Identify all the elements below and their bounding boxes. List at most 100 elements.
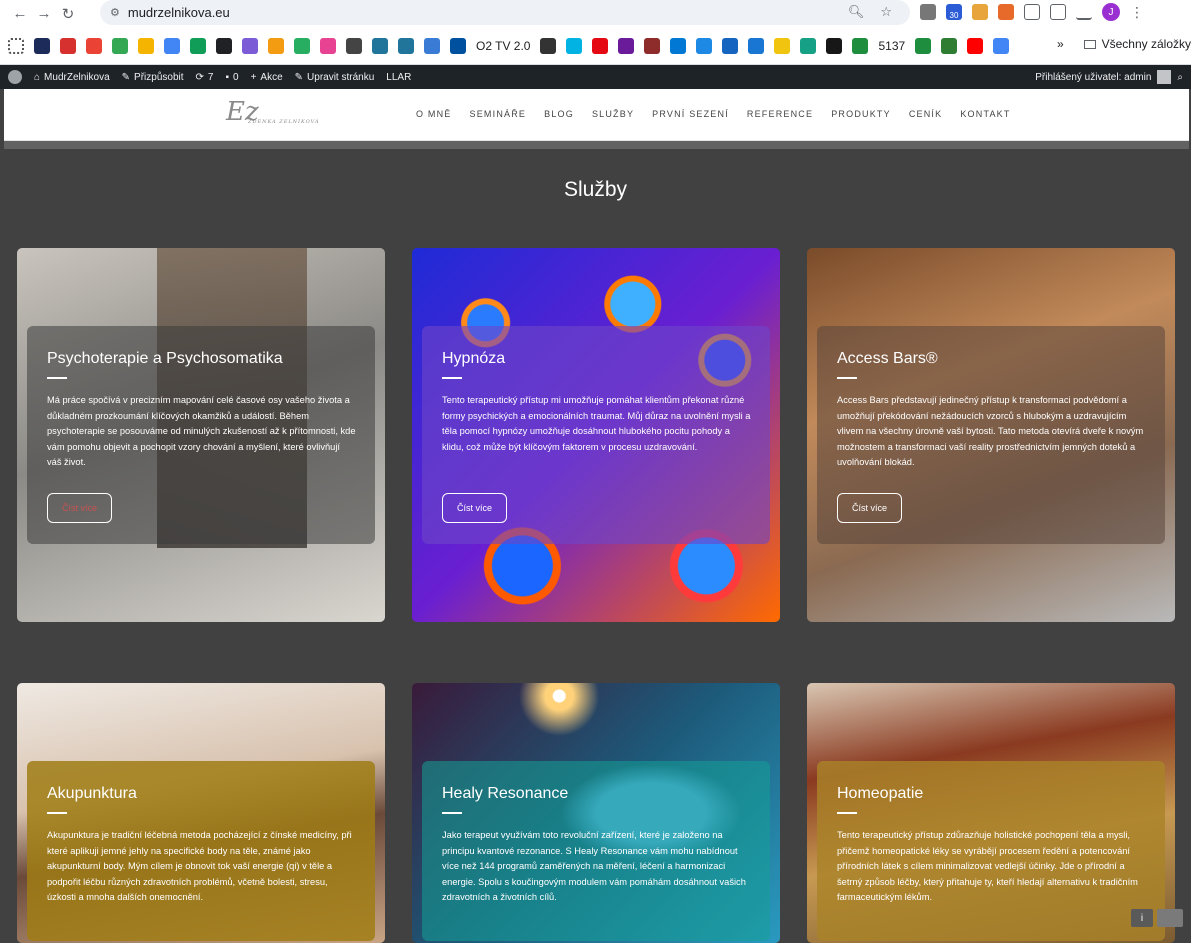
read-more-button[interactable]: Číst více xyxy=(837,493,902,523)
chevron-double-right-icon[interactable]: » xyxy=(1057,37,1064,51)
extensions-puzzle-icon[interactable] xyxy=(1024,4,1040,20)
bookmark-wl-icon[interactable] xyxy=(540,37,557,54)
address-bar[interactable]: ⚙ mudrzelnikova.eu 🔍︎ ☆ xyxy=(100,0,910,25)
extensions-area: 30 J ⋮ xyxy=(920,3,1144,21)
bookmark-github-icon[interactable] xyxy=(826,37,843,54)
apps-grid-icon[interactable] xyxy=(8,37,24,54)
bookmark-shield-icon[interactable] xyxy=(696,37,713,54)
bookmark-star-icon[interactable]: ☆ xyxy=(880,4,892,20)
browser-toolbar: ← → ↻ ⚙ mudrzelnikova.eu 🔍︎ ☆ 30 J ⋮ xyxy=(0,0,1191,27)
reload-icon[interactable]: ↻ xyxy=(56,2,80,26)
bookmark-gmail-icon[interactable] xyxy=(86,37,102,54)
bookmark-wordpress-icon[interactable] xyxy=(372,37,388,54)
bookmark-leaf-icon[interactable] xyxy=(941,37,958,54)
card-description: Jako terapeut využívám toto revoluční za… xyxy=(442,830,746,902)
menu-item-reference[interactable]: REFERENCE xyxy=(747,109,813,119)
menu-item-o-mne[interactable]: O MNĚ xyxy=(416,109,452,119)
bookmark-o2tv-label[interactable]: O2 TV 2.0 xyxy=(476,39,530,53)
comments-count: 0 xyxy=(233,71,239,83)
bookmark-dark-icon[interactable] xyxy=(216,37,232,54)
bookmark-o2-icon[interactable] xyxy=(450,37,466,54)
bookmark-x-icon[interactable] xyxy=(748,37,765,54)
wp-new[interactable]: + Akce xyxy=(251,72,283,83)
bookmark-v-green-icon[interactable] xyxy=(852,37,869,54)
wp-updates[interactable]: ⟳ 7 xyxy=(196,72,214,83)
updates-icon: ⟳ xyxy=(195,71,204,83)
menu-item-seminare[interactable]: SEMINÁŘE xyxy=(470,109,527,119)
bookmark-stack-icon[interactable] xyxy=(774,37,791,54)
bookmark-5137-label[interactable]: 5137 xyxy=(878,39,905,53)
wp-customize[interactable]: ✎ Přizpůsobit xyxy=(122,72,184,83)
bookmark-arch-icon[interactable] xyxy=(800,37,817,54)
scroll-top-button[interactable] xyxy=(1157,909,1183,927)
bookmark-netflix-icon[interactable] xyxy=(592,37,609,54)
menu-item-sluzby[interactable]: SLUŽBY xyxy=(592,109,634,119)
wp-logo-menu[interactable] xyxy=(8,70,22,84)
menu-item-prvni-sezeni[interactable]: PRVNÍ SEZENÍ xyxy=(652,109,729,119)
bookmark-orange-icon[interactable] xyxy=(268,37,284,54)
bookmark-c-icon[interactable] xyxy=(566,37,583,54)
bookmark-translate-icon[interactable] xyxy=(993,37,1010,54)
wp-edit-page[interactable]: ✎ Upravit stránku xyxy=(295,72,375,83)
profile-avatar[interactable]: J xyxy=(1102,3,1120,21)
all-bookmarks-folder[interactable]: » Všechny záložky xyxy=(1057,37,1191,51)
wp-site-name[interactable]: ⌂ MudrZelnikova xyxy=(34,72,110,83)
site-header: Ez ZDENKA ZELNÍKOVÁ O MNĚ SEMINÁŘE BLOG … xyxy=(4,89,1189,141)
read-more-button[interactable]: Číst více xyxy=(47,493,112,523)
download-icon[interactable] xyxy=(1076,4,1092,20)
main-menu: O MNĚ SEMINÁŘE BLOG SLUŽBY PRVNÍ SEZENÍ … xyxy=(416,109,1011,119)
card-description: Má práce spočívá v precizním mapování ce… xyxy=(47,395,356,467)
bookmark-wordpress2-icon[interactable] xyxy=(398,37,414,54)
bookmark-openai-icon[interactable] xyxy=(346,37,362,54)
back-icon[interactable]: ← xyxy=(8,2,32,26)
logged-user-label[interactable]: Přihlášený uživatel: admin xyxy=(1035,72,1151,83)
bookmark-swirl-icon[interactable] xyxy=(60,37,76,54)
dashboard-icon: ⌂ xyxy=(34,71,41,83)
zoom-icon[interactable]: 🔍︎ xyxy=(848,4,865,20)
extension-badge-icon[interactable]: 30 xyxy=(946,4,962,20)
bookmark-green-icon[interactable] xyxy=(112,37,128,54)
bookmark-j-icon[interactable] xyxy=(34,37,50,54)
site-info-icon[interactable]: ⚙ xyxy=(110,6,120,19)
menu-item-produkty[interactable]: PRODUKTY xyxy=(831,109,891,119)
card-overlay-access-bars: Access Bars® Access Bars představují jed… xyxy=(817,326,1165,544)
bookmark-wifi-icon[interactable] xyxy=(424,37,440,54)
all-bookmarks-label[interactable]: Všechny záložky xyxy=(1102,37,1191,51)
bookmark-youtube-icon[interactable] xyxy=(967,37,984,54)
url-text[interactable]: mudrzelnikova.eu xyxy=(128,5,230,20)
card-description: Tento terapeutický přístup zdůrazňuje ho… xyxy=(837,830,1138,902)
extension-fox-icon[interactable] xyxy=(998,4,1014,20)
user-avatar[interactable] xyxy=(1157,70,1172,84)
folder-icon xyxy=(1083,39,1096,49)
forward-icon[interactable]: → xyxy=(32,2,56,26)
search-icon[interactable]: ⌕ xyxy=(1177,72,1183,83)
extension-vivaldi-icon[interactable] xyxy=(920,4,936,20)
wp-comments[interactable]: ▪ 0 xyxy=(225,72,238,83)
title-underline xyxy=(442,377,462,379)
wp-llar[interactable]: LLAR xyxy=(386,72,411,83)
bookmark-v-icon[interactable] xyxy=(242,37,258,54)
menu-item-kontakt[interactable]: KONTAKT xyxy=(960,109,1010,119)
info-icon[interactable]: i xyxy=(1131,909,1153,927)
site-logo[interactable]: Ez ZDENKA ZELNÍKOVÁ xyxy=(226,97,319,127)
bookmark-jr-icon[interactable] xyxy=(644,37,661,54)
card-title: Hypnóza xyxy=(442,350,506,367)
bookmark-v-green2-icon[interactable] xyxy=(915,37,932,54)
card-overlay-psychoterapie: Psychoterapie a Psychosomatika Má práce … xyxy=(27,326,375,544)
menu-item-cenik[interactable]: CENÍK xyxy=(909,109,943,119)
menu-item-blog[interactable]: BLOG xyxy=(544,109,574,119)
card-title: Akupunktura xyxy=(47,785,137,802)
bookmark-diamond-icon[interactable] xyxy=(722,37,739,54)
customize-label: Přizpůsobit xyxy=(134,71,184,83)
bookmark-circle-icon[interactable] xyxy=(618,37,635,54)
bookmark-cross-icon[interactable] xyxy=(294,37,310,54)
bookmark-ipb-icon[interactable] xyxy=(320,37,336,54)
extension-color-icon[interactable] xyxy=(972,4,988,20)
menu-kebab-icon[interactable]: ⋮ xyxy=(1130,4,1144,21)
bookmark-drive-icon[interactable] xyxy=(164,37,180,54)
reading-list-icon[interactable] xyxy=(1050,4,1066,20)
bookmark-pinwheel-icon[interactable] xyxy=(138,37,154,54)
bookmark-teal-icon[interactable] xyxy=(190,37,206,54)
read-more-button[interactable]: Číst více xyxy=(442,493,507,523)
bookmark-outlook-icon[interactable] xyxy=(670,37,687,54)
